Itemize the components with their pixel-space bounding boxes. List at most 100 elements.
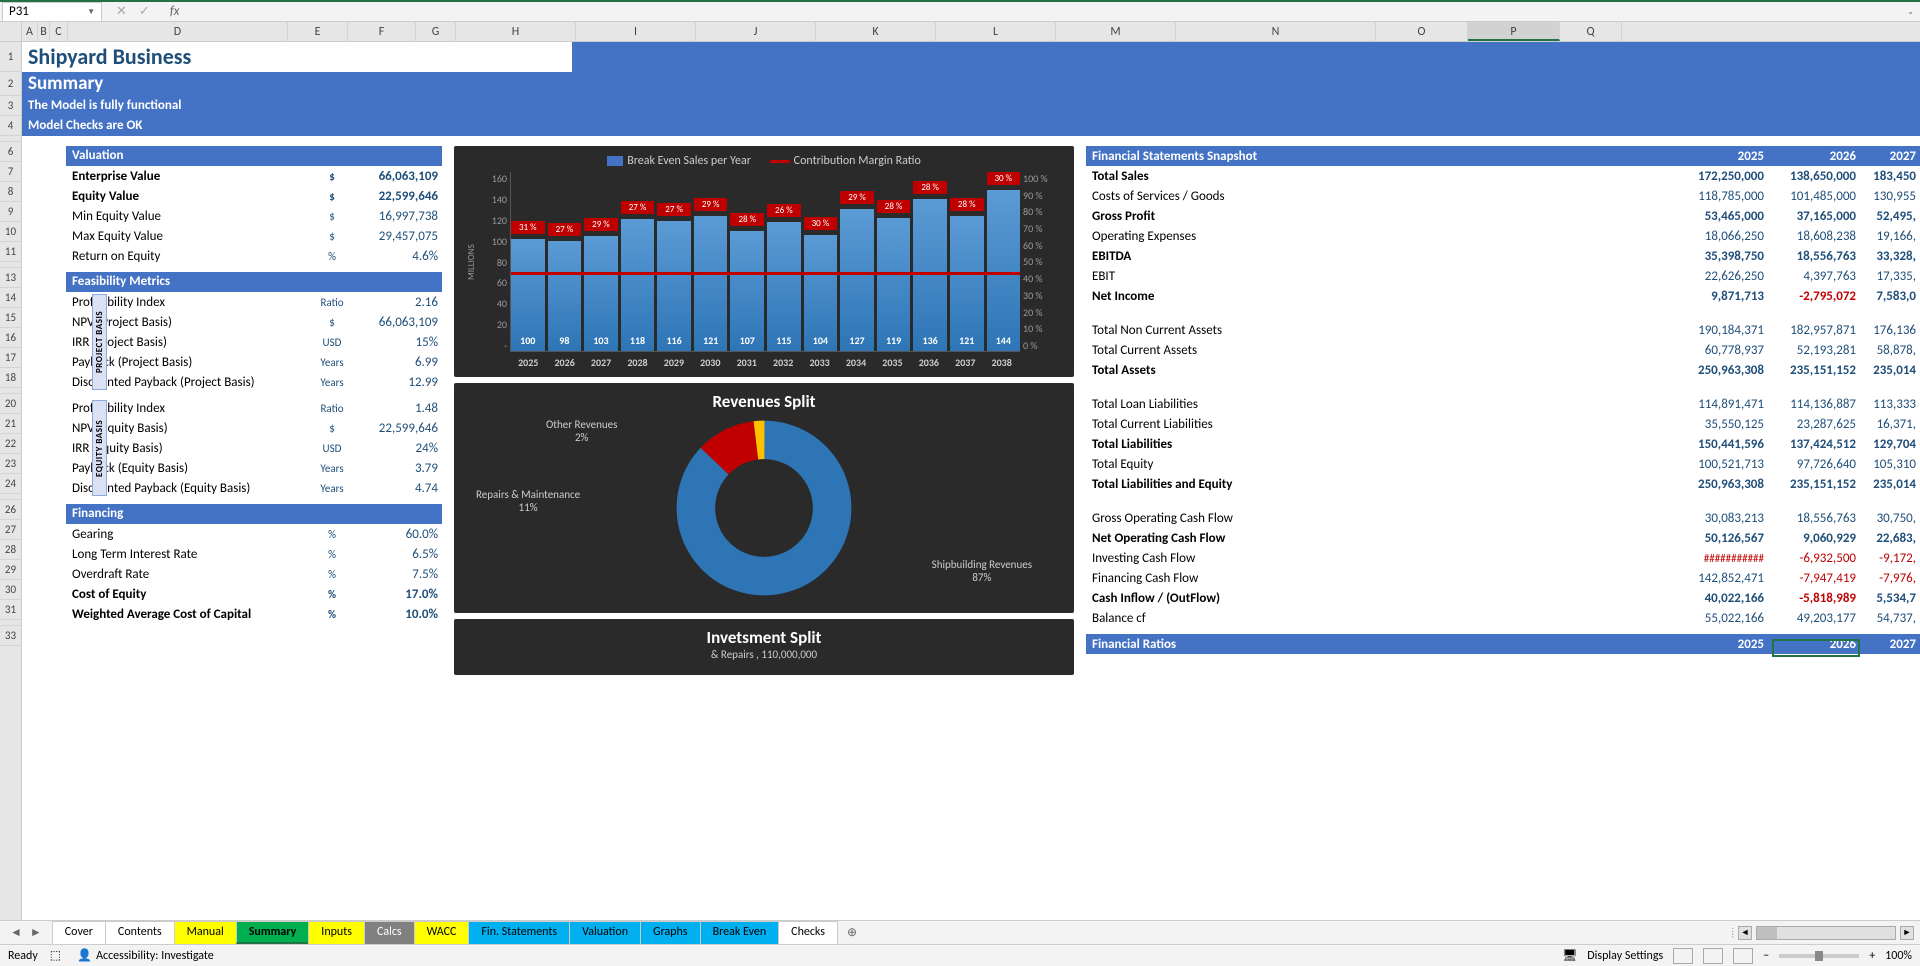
column-header[interactable]: B	[38, 22, 50, 41]
zoom-out-icon[interactable]: −	[1763, 949, 1769, 963]
add-sheet-icon[interactable]: ⊕	[837, 925, 867, 940]
row-header[interactable]: 27	[0, 520, 21, 540]
horizontal-scrollbar[interactable]	[1756, 926, 1896, 940]
normal-view-icon[interactable]	[1673, 948, 1693, 964]
model-status-2: Model Checks are OK	[22, 116, 1920, 136]
row-header[interactable]: 4	[0, 116, 21, 136]
name-box-dropdown-icon[interactable]: ▼	[87, 7, 95, 17]
row-header[interactable]: 6	[0, 142, 21, 162]
row-header[interactable]: 29	[0, 560, 21, 580]
row-header[interactable]: 28	[0, 540, 21, 560]
sheet-tab-break-even[interactable]: Break Even	[700, 921, 780, 944]
column-header[interactable]: O	[1376, 22, 1468, 41]
data-row: Min Equity Value$16,997,738	[66, 206, 442, 226]
column-header[interactable]: J	[696, 22, 816, 41]
row-header[interactable]: 30	[0, 580, 21, 600]
model-status-1: The Model is fully functional	[22, 96, 1920, 116]
row-header[interactable]: 1	[0, 42, 21, 72]
row-header[interactable]: 24	[0, 474, 21, 494]
row-header[interactable]: 13	[0, 268, 21, 288]
display-settings[interactable]: Display Settings	[1587, 949, 1663, 963]
row-header[interactable]: 11	[0, 242, 21, 262]
row-header[interactable]: 14	[0, 288, 21, 308]
sheet-tab-manual[interactable]: Manual	[174, 921, 237, 944]
status-bar: Ready ⬚ 👤 Accessibility: Investigate 🖥 D…	[0, 944, 1920, 966]
sheet-tab-fin-statements[interactable]: Fin. Statements	[468, 921, 570, 944]
row-header[interactable]: 26	[0, 500, 21, 520]
accessibility-status[interactable]: Accessibility: Investigate	[96, 949, 214, 963]
scroll-right-icon[interactable]: ►	[1900, 926, 1914, 940]
sheet-tab-summary[interactable]: Summary	[236, 921, 310, 944]
page-break-icon[interactable]	[1733, 948, 1753, 964]
row-header[interactable]: 8	[0, 182, 21, 202]
donut-label-other: Other Revenues2%	[546, 418, 617, 444]
confirm-icon[interactable]: ✓	[139, 4, 150, 19]
display-settings-icon[interactable]: 🖥	[1562, 948, 1577, 963]
fin-row: Balance cf55,022,16649,203,17754,737,	[1086, 608, 1920, 628]
column-header[interactable]: F	[348, 22, 416, 41]
name-box[interactable]: P31 ▼	[2, 2, 102, 22]
column-header[interactable]: H	[456, 22, 576, 41]
column-header[interactable]: P	[1468, 22, 1560, 41]
select-all-corner[interactable]	[0, 22, 22, 41]
fin-row: Total Loan Liabilities114,891,471114,136…	[1086, 394, 1920, 414]
sheet-tab-calcs[interactable]: Calcs	[364, 921, 415, 944]
column-header[interactable]: G	[416, 22, 456, 41]
column-header[interactable]: I	[576, 22, 696, 41]
column-header[interactable]: D	[68, 22, 288, 41]
row-header[interactable]: 7	[0, 162, 21, 182]
column-header[interactable]: M	[1056, 22, 1176, 41]
sheet-tab-graphs[interactable]: Graphs	[640, 921, 701, 944]
column-header[interactable]: C	[50, 22, 68, 41]
cancel-icon[interactable]: ✕	[116, 4, 127, 19]
row-header[interactable]: 9	[0, 202, 21, 222]
sheet-tab-contents[interactable]: Contents	[105, 921, 175, 944]
bar: 27 %98	[548, 241, 582, 351]
sheet-tab-cover[interactable]: Cover	[52, 921, 106, 944]
row-header[interactable]: 17	[0, 348, 21, 368]
sheet-tab-inputs[interactable]: Inputs	[308, 921, 365, 944]
feasibility-header: Feasibility Metrics	[66, 272, 442, 292]
zoom-value[interactable]: 100%	[1885, 949, 1912, 963]
row-header[interactable]: 16	[0, 328, 21, 348]
data-row: Discounted Payback (Equity Basis)Years4.…	[66, 478, 442, 498]
grid[interactable]: Shipyard Business Summary The Model is f…	[22, 42, 1920, 920]
zoom-in-icon[interactable]: +	[1869, 949, 1875, 963]
column-header[interactable]: L	[936, 22, 1056, 41]
revenues-split-chart: Revenues Split Other Revenues2% Repairs …	[454, 383, 1074, 613]
row-header[interactable]: 23	[0, 454, 21, 474]
fin-row: Gross Profit53,465,00037,165,00052,495,	[1086, 206, 1920, 226]
row-header[interactable]: 21	[0, 414, 21, 434]
column-header[interactable]: E	[288, 22, 348, 41]
fin-row: Total Non Current Assets190,184,371182,9…	[1086, 320, 1920, 340]
column-header[interactable]: K	[816, 22, 936, 41]
row-header[interactable]: 2	[0, 72, 21, 96]
row-header[interactable]: 22	[0, 434, 21, 454]
data-row: Profitability IndexRatio2.16	[66, 292, 442, 312]
sheet-tab-valuation[interactable]: Valuation	[569, 921, 641, 944]
row-header[interactable]: 31	[0, 600, 21, 620]
sheet-tab-wacc[interactable]: WACC	[414, 921, 470, 944]
formula-expand-icon[interactable]: ⌄	[1901, 7, 1920, 17]
zoom-slider[interactable]	[1779, 954, 1859, 958]
row-header[interactable]: 10	[0, 222, 21, 242]
row-header[interactable]: 18	[0, 368, 21, 388]
column-header[interactable]: Q	[1560, 22, 1622, 41]
row-header[interactable]: 33	[0, 626, 21, 646]
valuation-header: Valuation	[66, 146, 442, 166]
column-header[interactable]: N	[1176, 22, 1376, 41]
row-header[interactable]: 3	[0, 96, 21, 116]
bar: 28 %121	[950, 216, 984, 351]
selected-cell[interactable]	[1772, 639, 1860, 657]
scroll-left-icon[interactable]: ◄	[1738, 926, 1752, 940]
page-layout-icon[interactable]	[1703, 948, 1723, 964]
data-row: NPV (Project Basis)$66,063,109	[66, 312, 442, 332]
sheet-tab-checks[interactable]: Checks	[778, 921, 838, 944]
tab-navigation[interactable]: ◄►	[0, 925, 52, 940]
y-axis-title: MILLIONS	[466, 172, 480, 352]
column-header[interactable]: A	[22, 22, 38, 41]
fx-icon[interactable]: fx	[164, 4, 180, 19]
row-header[interactable]: 15	[0, 308, 21, 328]
accessibility-icon[interactable]: 👤	[77, 948, 92, 963]
row-header[interactable]: 20	[0, 394, 21, 414]
